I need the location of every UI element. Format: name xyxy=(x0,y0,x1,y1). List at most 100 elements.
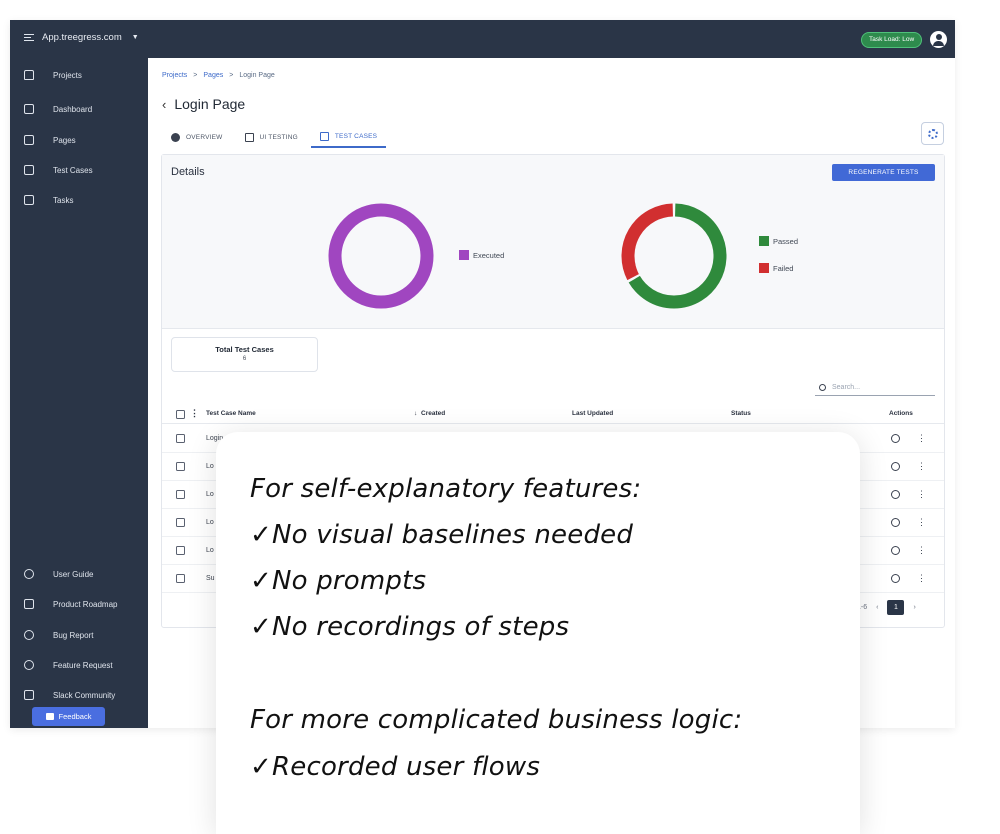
more-options-icon[interactable]: ⋮ xyxy=(917,573,926,583)
donut-segment-failed xyxy=(621,203,674,281)
menu-icon[interactable] xyxy=(24,33,34,42)
bug-icon xyxy=(24,630,34,640)
pass-fail-donut-chart xyxy=(621,203,727,309)
screenshot-stage: App.treegress.com ▼ Task Load: Low Proje… xyxy=(0,0,1000,834)
sidebar: Projects Dashboard Pages Test Cases Task… xyxy=(10,58,148,728)
legend-label: Executed xyxy=(473,250,505,260)
regenerate-tests-button[interactable]: REGENERATE TESTS xyxy=(832,164,935,181)
user-avatar[interactable] xyxy=(930,31,947,48)
search-field[interactable]: Search... xyxy=(815,379,935,396)
feedback-button[interactable]: Feedback xyxy=(32,707,105,726)
callout-item: ✓No prompts xyxy=(250,566,427,596)
run-test-icon[interactable] xyxy=(891,546,900,555)
sidebar-item-label: Product Roadmap xyxy=(53,599,118,609)
prev-page-icon[interactable]: ‹ xyxy=(876,604,878,611)
run-test-icon[interactable] xyxy=(891,574,900,583)
pagination: 1-6 ‹ 1 › xyxy=(857,600,916,615)
info-icon xyxy=(171,132,180,142)
sort-down-icon[interactable]: ↓ xyxy=(414,410,417,417)
breadcrumb-pages[interactable]: Pages xyxy=(203,72,223,79)
chevron-down-icon[interactable]: ▼ xyxy=(132,34,139,41)
callout-heading: For more complicated business logic: xyxy=(250,705,743,735)
list-icon xyxy=(319,131,329,141)
run-test-icon[interactable] xyxy=(891,518,900,527)
breadcrumb: Projects > Pages > Login Page xyxy=(162,72,275,79)
table-header: ⋮ Test Case Name ↓ Created Last Updated … xyxy=(162,404,944,424)
column-menu-icon[interactable]: ⋮ xyxy=(190,408,199,419)
app-name: App.treegress.com xyxy=(42,32,122,43)
sidebar-item-dashboard[interactable]: Dashboard xyxy=(10,98,148,120)
tab-test-cases[interactable]: TEST CASES xyxy=(310,126,387,148)
run-test-icon[interactable] xyxy=(891,434,900,443)
slack-icon xyxy=(24,690,34,700)
sidebar-item-label: Slack Community xyxy=(53,690,116,700)
search-icon xyxy=(819,383,826,391)
test-case-name[interactable]: Lo xyxy=(206,547,214,554)
home-icon xyxy=(24,70,34,80)
sidebar-item-tasks[interactable]: Tasks xyxy=(10,189,148,211)
more-options-icon[interactable]: ⋮ xyxy=(917,517,926,527)
more-options-icon[interactable]: ⋮ xyxy=(917,489,926,499)
tab-ui-testing[interactable]: UI TESTING xyxy=(236,126,307,148)
sidebar-item-projects[interactable]: Projects xyxy=(10,64,148,86)
more-options-icon[interactable]: ⋮ xyxy=(917,461,926,471)
sidebar-item-label: Feature Request xyxy=(53,660,113,670)
feature-callout-panel: For self-explanatory features: ✓No visua… xyxy=(216,432,860,834)
settings-button[interactable] xyxy=(921,122,944,145)
executed-donut-chart xyxy=(328,203,434,309)
more-options-icon[interactable]: ⋮ xyxy=(917,433,926,443)
search-placeholder: Search... xyxy=(832,383,861,391)
lightbulb-icon xyxy=(24,660,34,670)
run-test-icon[interactable] xyxy=(891,490,900,499)
feedback-label: Feedback xyxy=(58,712,92,721)
row-checkbox[interactable] xyxy=(176,574,185,583)
sidebar-item-user-guide[interactable]: User Guide xyxy=(10,563,148,585)
more-options-icon[interactable]: ⋮ xyxy=(917,545,926,555)
legend-label: Passed xyxy=(773,236,799,246)
tasks-icon xyxy=(24,195,34,205)
page-header: ‹ Login Page xyxy=(162,96,245,112)
row-checkbox[interactable] xyxy=(176,490,185,499)
test-case-name[interactable]: Lo xyxy=(206,463,214,470)
column-test-case-name[interactable]: Test Case Name xyxy=(206,410,256,417)
sidebar-item-pages[interactable]: Pages xyxy=(10,129,148,151)
test-case-name[interactable]: Lo xyxy=(206,519,214,526)
roadmap-icon xyxy=(24,599,34,609)
test-case-name[interactable]: Lo xyxy=(206,491,214,498)
column-last-updated[interactable]: Last Updated xyxy=(572,410,613,417)
sidebar-item-product-roadmap[interactable]: Product Roadmap xyxy=(10,593,148,615)
test-cases-icon xyxy=(24,165,34,175)
select-all-checkbox[interactable] xyxy=(176,410,185,419)
row-checkbox[interactable] xyxy=(176,434,185,443)
sidebar-item-label: Pages xyxy=(53,135,76,145)
legend-passed: Passed xyxy=(759,236,798,246)
row-checkbox[interactable] xyxy=(176,462,185,471)
column-status[interactable]: Status xyxy=(731,410,751,417)
legend-label: Failed xyxy=(773,263,794,273)
page-title: Login Page xyxy=(174,96,246,112)
column-created[interactable]: Created xyxy=(421,410,445,417)
sidebar-item-label: Projects xyxy=(53,70,82,80)
run-test-icon[interactable] xyxy=(891,462,900,471)
app-switcher[interactable]: App.treegress.com ▼ xyxy=(24,32,139,43)
sidebar-item-slack-community[interactable]: Slack Community xyxy=(10,684,148,706)
sidebar-item-label: Bug Report xyxy=(53,630,94,640)
total-test-cases-value: 6 xyxy=(242,356,247,362)
row-checkbox[interactable] xyxy=(176,518,185,527)
pages-icon xyxy=(24,135,34,145)
legend-executed: Executed xyxy=(459,250,504,260)
next-page-icon[interactable]: › xyxy=(913,604,915,611)
tab-overview[interactable]: OVERVIEW xyxy=(162,126,232,148)
sidebar-item-test-cases[interactable]: Test Cases xyxy=(10,159,148,181)
sidebar-item-label: User Guide xyxy=(53,569,94,579)
ui-testing-icon xyxy=(244,132,254,142)
page-button-current[interactable]: 1 xyxy=(887,600,905,615)
sidebar-item-bug-report[interactable]: Bug Report xyxy=(10,624,148,646)
test-case-name[interactable]: Su xyxy=(206,575,215,582)
breadcrumb-projects[interactable]: Projects xyxy=(162,72,187,79)
donut-segment-executed xyxy=(328,203,434,309)
row-checkbox[interactable] xyxy=(176,546,185,555)
back-arrow-icon[interactable]: ‹ xyxy=(162,97,166,112)
gear-icon xyxy=(927,128,938,139)
sidebar-item-feature-request[interactable]: Feature Request xyxy=(10,654,148,676)
